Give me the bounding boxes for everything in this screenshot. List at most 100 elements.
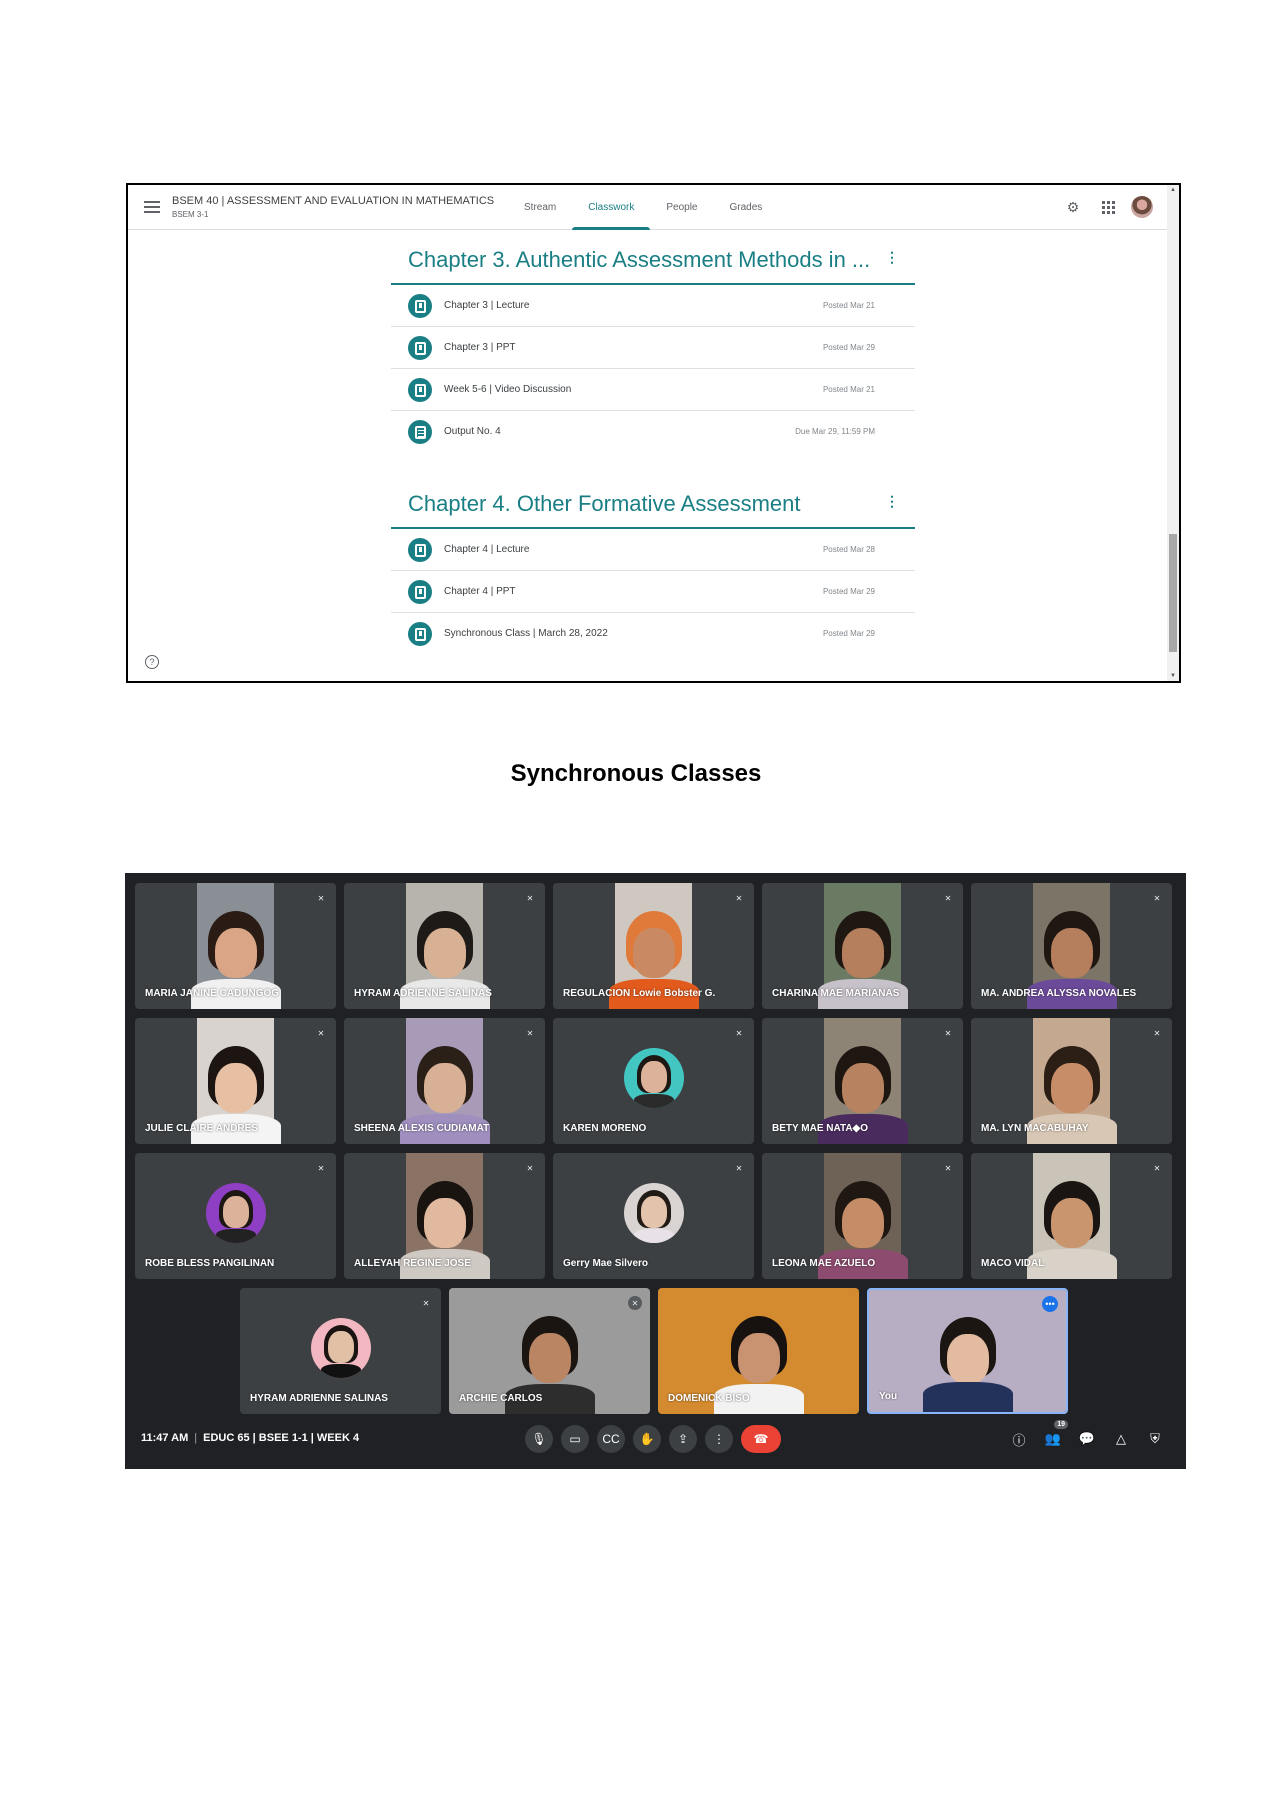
classwork-item[interactable]: Week 5-6 | Video Discussion Posted Mar 2… <box>391 369 915 411</box>
mic-off-icon: ✕ <box>523 891 537 905</box>
participant-tile[interactable]: BETY MAE NATA◆O ✕ <box>762 1018 963 1144</box>
google-apps-icon[interactable] <box>1099 198 1117 216</box>
material-icon <box>408 580 432 604</box>
item-date: Posted Mar 29 <box>822 343 875 352</box>
captions-icon[interactable]: CC <box>597 1425 625 1453</box>
participant-tile[interactable]: MA. LYN MACABUHAY ✕ <box>971 1018 1172 1144</box>
meeting-details-icon[interactable]: ⓘ <box>1010 1430 1028 1448</box>
present-screen-icon[interactable]: ⇪ <box>669 1425 697 1453</box>
participant-name: KAREN MORENO <box>563 1123 647 1134</box>
participant-tile[interactable]: Gerry Mae Silvero ✕ <box>553 1153 754 1279</box>
more-options-icon[interactable]: ⋮ <box>705 1425 733 1453</box>
participant-video <box>869 1290 1066 1412</box>
participant-name: REGULACION Lowie Bobster G. <box>563 988 716 999</box>
item-title: Chapter 4 | Lecture <box>444 544 530 555</box>
mic-off-icon: ✕ <box>941 891 955 905</box>
camera-icon[interactable]: ▭ <box>561 1425 589 1453</box>
participant-tile[interactable]: MACO VIDAL ✕ <box>971 1153 1172 1279</box>
participant-avatar <box>623 1183 684 1243</box>
self-video-tile[interactable]: You ••• <box>867 1288 1068 1414</box>
side-controls: ⓘ 👥 19 💬 △ ⛨ <box>1010 1420 1164 1448</box>
meeting-time: 11:47 AM <box>141 1432 189 1444</box>
item-date: Due Mar 29, 11:59 PM <box>795 427 875 436</box>
more-vert-icon[interactable]: ⋮ <box>885 249 899 266</box>
classwork-item[interactable]: Chapter 4 | Lecture Posted Mar 28 <box>391 529 915 571</box>
participant-tile[interactable]: LEONA MAE AZUELO ✕ <box>762 1153 963 1279</box>
participant-tile[interactable]: ALLEYAH REGINE JOSE ✕ <box>344 1153 545 1279</box>
participant-tile[interactable]: JULIE CLAIRE ANDRES ✕ <box>135 1018 336 1144</box>
classroom-header: BSEM 40 | ASSESSMENT AND EVALUATION IN M… <box>128 185 1167 230</box>
participant-name: DOMENICK BISO <box>668 1393 750 1404</box>
people-icon[interactable]: 👥 19 <box>1044 1420 1068 1448</box>
raise-hand-icon[interactable]: ✋ <box>633 1425 661 1453</box>
host-controls-icon[interactable]: ⛨ <box>1146 1430 1164 1448</box>
mic-off-icon: ✕ <box>941 1161 955 1175</box>
participant-tile[interactable]: MARIA JANINE CADUNGOG ✕ <box>135 883 336 1009</box>
mic-off-icon: ✕ <box>314 1161 328 1175</box>
participant-name: Gerry Mae Silvero <box>563 1258 649 1269</box>
microphone-icon[interactable]: 🎙 <box>525 1425 553 1453</box>
vertical-scrollbar[interactable]: ▲ ▼ <box>1167 185 1179 681</box>
participant-name: SHEENA ALEXIS CUDIAMAT <box>354 1123 490 1134</box>
participant-name: You <box>879 1391 898 1402</box>
classwork-item[interactable]: Chapter 3 | PPT Posted Mar 29 <box>391 327 915 369</box>
hamburger-menu-icon[interactable] <box>144 201 160 214</box>
classroom-screenshot: BSEM 40 | ASSESSMENT AND EVALUATION IN M… <box>126 183 1181 683</box>
participant-tile[interactable]: REGULACION Lowie Bobster G. ✕ <box>553 883 754 1009</box>
mic-off-icon: ✕ <box>732 1026 746 1040</box>
item-date: Posted Mar 21 <box>822 385 875 394</box>
participant-name: HYRAM ADRIENNE SALINAS <box>250 1393 388 1404</box>
item-title: Chapter 3 | PPT <box>444 342 516 353</box>
participant-tile[interactable]: HYRAM ADRIENNE SALINAS ✕ <box>344 883 545 1009</box>
topic-title[interactable]: Chapter 4. Other Formative Assessment <box>408 491 801 517</box>
item-date: Posted Mar 21 <box>822 301 875 310</box>
activities-icon[interactable]: △ <box>1112 1430 1130 1448</box>
tile-options-icon[interactable]: ••• <box>1042 1296 1058 1312</box>
account-avatar[interactable] <box>1131 196 1153 218</box>
mic-off-icon: ✕ <box>314 891 328 905</box>
participant-tile[interactable]: SHEENA ALEXIS CUDIAMAT ✕ <box>344 1018 545 1144</box>
tab-grades[interactable]: Grades <box>714 185 779 230</box>
participant-avatar <box>623 1048 684 1108</box>
settings-gear-icon[interactable]: ⚙ <box>1064 198 1082 216</box>
mic-off-icon: ✕ <box>628 1296 642 1310</box>
participant-name: CHARINA MAE MARIANAS <box>772 988 900 999</box>
topic-title[interactable]: Chapter 3. Authentic Assessment Methods … <box>408 247 870 273</box>
classwork-item[interactable]: Chapter 4 | PPT Posted Mar 29 <box>391 571 915 613</box>
participant-tile[interactable]: DOMENICK BISO <box>658 1288 859 1414</box>
participant-tile[interactable]: ROBE BLESS PANGILINAN ✕ <box>135 1153 336 1279</box>
participant-name: ROBE BLESS PANGILINAN <box>145 1258 275 1269</box>
item-date: Posted Mar 29 <box>822 629 875 638</box>
scroll-down-arrow-icon[interactable]: ▼ <box>1170 673 1176 679</box>
assignment-icon <box>408 420 432 444</box>
mic-off-icon: ✕ <box>732 1161 746 1175</box>
chat-icon[interactable]: 💬 <box>1078 1430 1096 1448</box>
course-section: BSEM 3-1 <box>172 210 209 219</box>
participant-name: BETY MAE NATA◆O <box>772 1123 869 1134</box>
course-title[interactable]: BSEM 40 | ASSESSMENT AND EVALUATION IN M… <box>172 195 494 207</box>
tab-stream[interactable]: Stream <box>508 185 572 230</box>
mic-off-icon: ✕ <box>732 891 746 905</box>
tab-classwork[interactable]: Classwork <box>572 185 651 230</box>
participant-tile[interactable]: CHARINA MAE MARIANAS ✕ <box>762 883 963 1009</box>
classwork-item[interactable]: Chapter 3 | Lecture Posted Mar 21 <box>391 285 915 327</box>
participant-tile[interactable]: HYRAM ADRIENNE SALINAS ✕ <box>240 1288 441 1414</box>
participant-name: MARIA JANINE CADUNGOG <box>145 988 280 999</box>
participant-name: ARCHIE CARLOS <box>459 1393 543 1404</box>
section-caption: Synchronous Classes <box>510 760 762 787</box>
scroll-up-arrow-icon[interactable]: ▲ <box>1170 187 1176 193</box>
participant-tile[interactable]: MA. ANDREA ALYSSA NOVALES ✕ <box>971 883 1172 1009</box>
help-icon[interactable]: ? <box>145 655 159 669</box>
item-date: Posted Mar 29 <box>822 587 875 596</box>
mic-off-icon: ✕ <box>523 1161 537 1175</box>
participant-tile[interactable]: KAREN MORENO ✕ <box>553 1018 754 1144</box>
more-vert-icon[interactable]: ⋮ <box>885 493 899 510</box>
scrollbar-thumb[interactable] <box>1169 534 1177 652</box>
classwork-item[interactable]: Synchronous Class | March 28, 2022 Poste… <box>391 613 915 655</box>
mic-off-icon: ✕ <box>523 1026 537 1040</box>
end-call-icon[interactable]: ☎ <box>741 1425 781 1453</box>
mic-off-icon: ✕ <box>941 1026 955 1040</box>
classwork-item[interactable]: Output No. 4 Due Mar 29, 11:59 PM <box>391 411 915 453</box>
tab-people[interactable]: People <box>650 185 713 230</box>
participant-tile[interactable]: ARCHIE CARLOS ✕ <box>449 1288 650 1414</box>
